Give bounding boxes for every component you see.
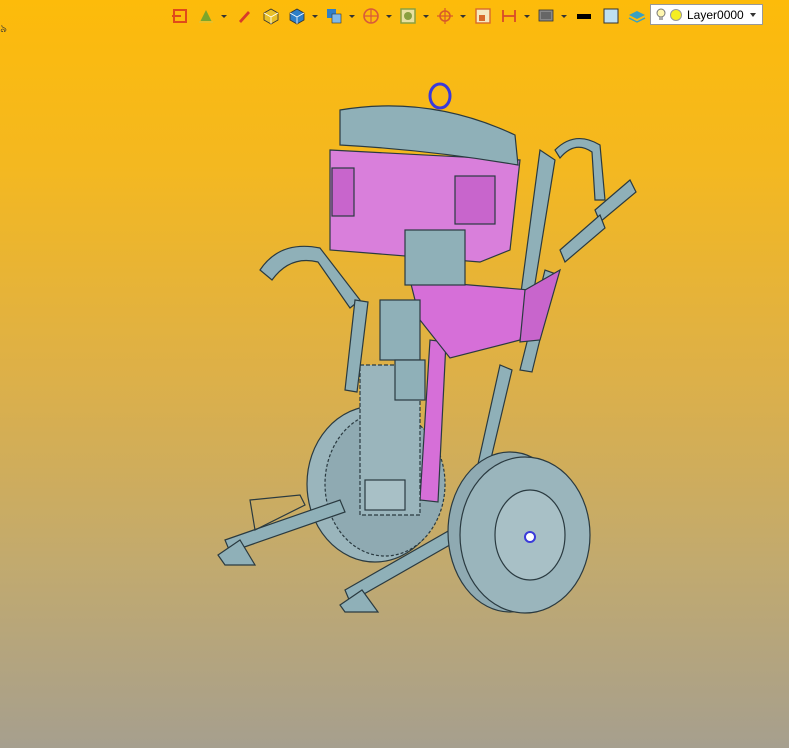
cad-model (217, 82, 637, 614)
right-wheel (447, 451, 591, 614)
pump-column (359, 229, 466, 516)
3d-viewport[interactable] (0, 0, 789, 748)
